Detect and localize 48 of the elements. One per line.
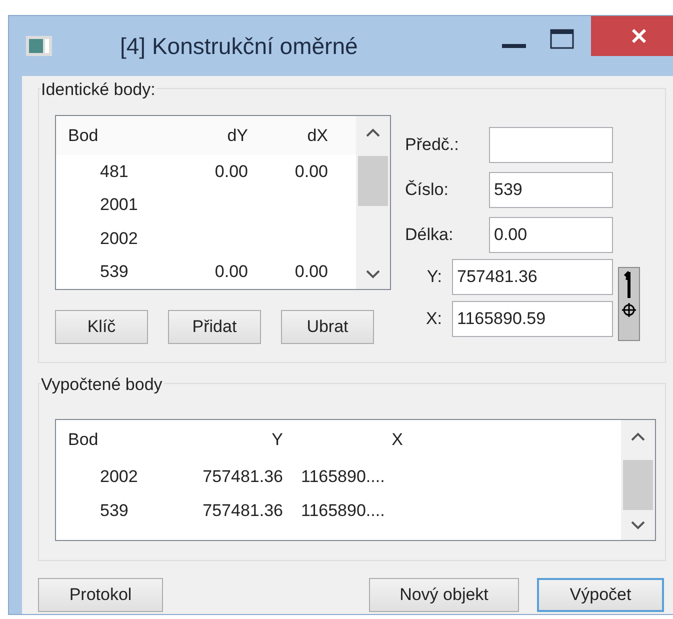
scroll-down-icon[interactable] <box>631 520 645 530</box>
push-button[interactable]: Klíč <box>55 310 148 344</box>
column-header[interactable]: dX <box>256 122 336 148</box>
push-button[interactable]: Nový objekt <box>369 578 519 612</box>
column-header[interactable]: X <box>291 427 411 453</box>
field-label: Číslo: <box>405 179 450 202</box>
push-button[interactable]: Výpočet <box>537 578 664 612</box>
scroll-thumb[interactable] <box>358 156 388 206</box>
push-button[interactable]: Protokol <box>38 578 163 612</box>
column-header[interactable]: Y <box>171 427 291 453</box>
scroll-thumb[interactable] <box>623 460 653 510</box>
table-cell: 481 <box>100 162 128 182</box>
close-button[interactable] <box>591 16 673 56</box>
table-cell: 0.00 <box>214 262 248 282</box>
table-cell: 0.00 <box>214 162 248 182</box>
table-cell: 1165890.... <box>301 501 385 520</box>
table-cell: 539 <box>100 262 128 282</box>
pick-point-button[interactable] <box>618 267 640 341</box>
table-cell: 0.00 <box>294 162 328 182</box>
column-header[interactable]: Bod <box>56 427 171 453</box>
table-cell: 0.00 <box>294 262 328 282</box>
input-field[interactable]: 0.00 <box>489 217 613 253</box>
scroll-down-icon[interactable] <box>366 269 380 279</box>
input-field[interactable]: 757481.36 <box>452 259 613 295</box>
field-label: Y: <box>426 266 443 288</box>
table-cell: 757481.36 <box>202 467 283 486</box>
field-label: Délka: <box>405 224 454 246</box>
input-field[interactable]: 539 <box>489 172 613 208</box>
table-cell: 539 <box>100 501 128 520</box>
app-icon <box>26 36 52 56</box>
table-cell: 2002 <box>100 228 138 248</box>
scroll-up-icon[interactable] <box>366 128 380 138</box>
table-cell: 2002 <box>100 467 138 486</box>
table-cell: 2001 <box>100 195 138 214</box>
input-field[interactable] <box>489 127 613 163</box>
field-label: Předč.: <box>405 134 460 156</box>
maximize-icon[interactable] <box>550 29 574 49</box>
scroll-up-icon[interactable] <box>631 432 645 442</box>
push-button[interactable]: Přidat <box>168 310 261 344</box>
close-icon <box>632 29 646 43</box>
window-title: [4] Konstrukční oměrné <box>120 32 358 61</box>
table-cell: 1165890.... <box>301 467 385 486</box>
input-field[interactable]: 1165890.59 <box>452 301 613 337</box>
field-label: X: <box>424 308 443 330</box>
table-cell: 757481.36 <box>202 501 283 520</box>
column-header[interactable]: Bod <box>56 122 176 148</box>
push-button[interactable]: Ubrat <box>281 310 374 344</box>
column-header[interactable]: dY <box>176 122 256 148</box>
